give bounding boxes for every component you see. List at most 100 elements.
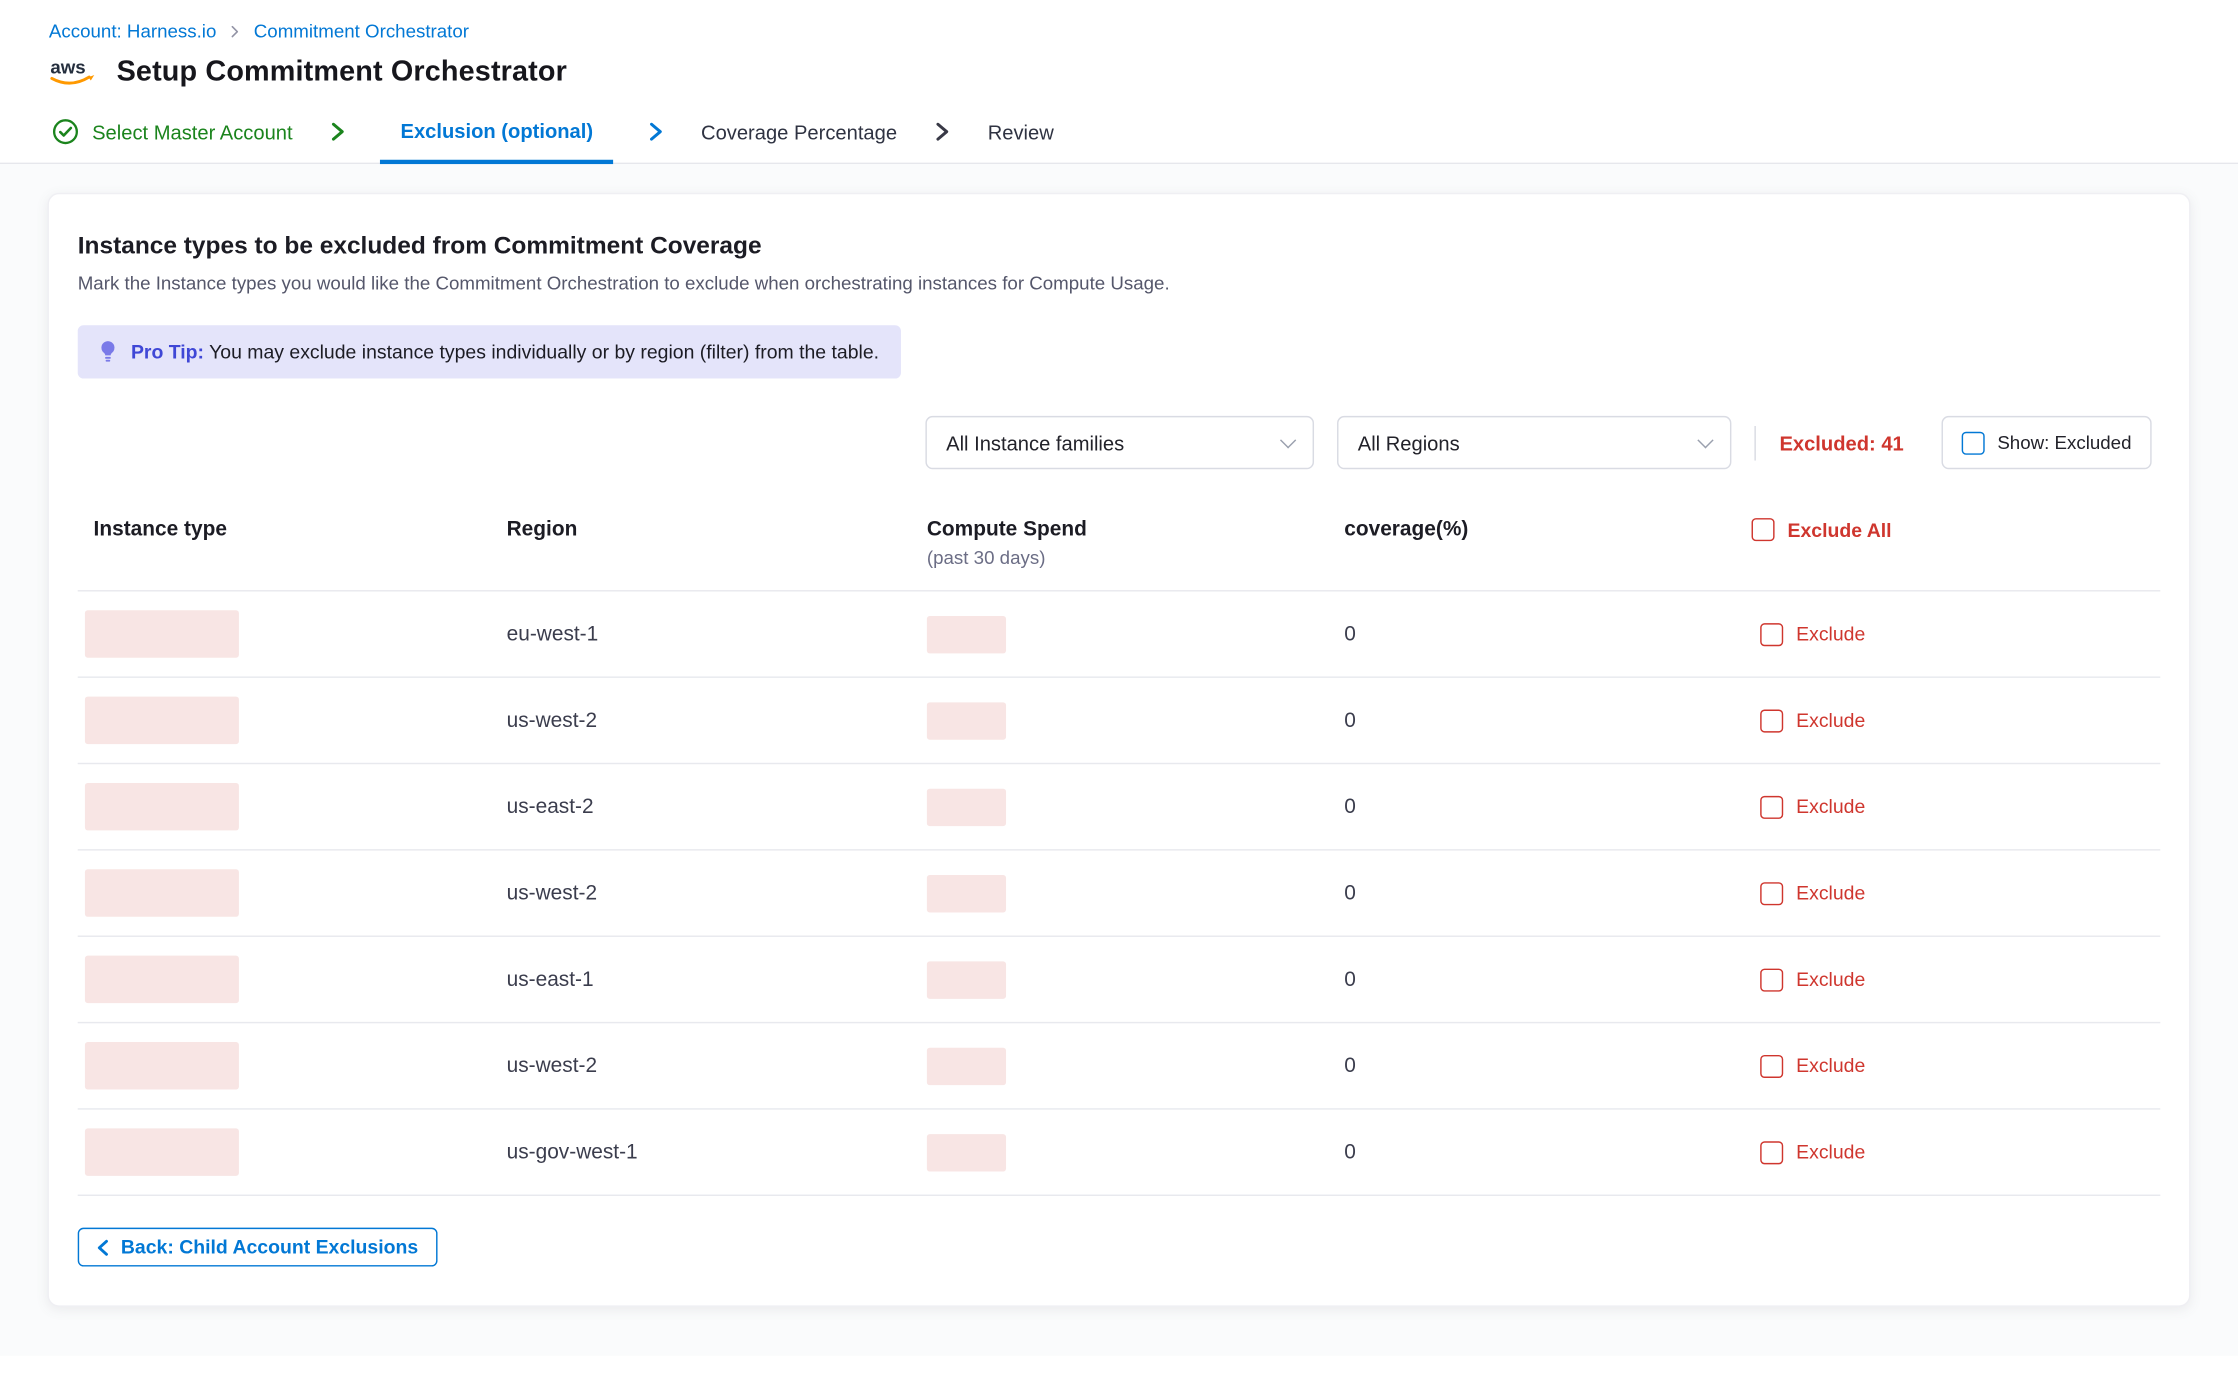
instance-type-cell xyxy=(78,869,507,916)
step-label: Select Master Account xyxy=(92,120,292,143)
page-title: Setup Commitment Orchestrator xyxy=(117,55,567,88)
exclude-label[interactable]: Exclude xyxy=(1796,1055,1865,1077)
back-button-label: Back: Child Account Exclusions xyxy=(121,1236,418,1258)
col-header-exclude-all-group: Exclude All xyxy=(1752,518,2161,541)
chevron-right-icon xyxy=(327,101,349,163)
table-row: us-east-2 0 Exclude xyxy=(78,764,2161,850)
show-excluded-toggle[interactable]: Show: Excluded xyxy=(1941,416,2151,469)
chevron-left-icon xyxy=(96,1238,109,1255)
redacted-compute-spend xyxy=(927,1047,1006,1084)
instance-type-cell xyxy=(78,956,507,1003)
excluded-count-badge: Excluded: 41 xyxy=(1779,431,1903,454)
topbar: Account: Harness.io Commitment Orchestra… xyxy=(0,0,2238,89)
breadcrumb: Account: Harness.io Commitment Orchestra… xyxy=(49,20,2189,42)
instance-type-cell xyxy=(78,783,507,830)
exclude-cell: Exclude xyxy=(1752,968,2161,991)
regions-select[interactable]: All Regions xyxy=(1338,416,1732,469)
exclusion-table: Instance type Region Compute Spend (past… xyxy=(78,518,2161,1196)
exclude-cell: Exclude xyxy=(1752,882,2161,905)
table-row: us-west-2 0 Exclude xyxy=(78,851,2161,937)
pro-tip-label: Pro Tip: xyxy=(131,341,204,363)
instance-families-value: All Instance families xyxy=(946,431,1124,454)
exclude-label[interactable]: Exclude xyxy=(1796,623,1865,645)
col-header-region: Region xyxy=(507,518,927,541)
breadcrumb-section-link[interactable]: Commitment Orchestrator xyxy=(254,20,469,42)
exclude-checkbox[interactable] xyxy=(1760,968,1783,991)
exclude-checkbox[interactable] xyxy=(1760,1054,1783,1077)
exclude-checkbox[interactable] xyxy=(1760,622,1783,645)
compute-spend-cell xyxy=(927,615,1337,652)
instance-type-cell xyxy=(78,610,507,657)
exclude-all-label[interactable]: Exclude All xyxy=(1788,519,1892,541)
exclude-label[interactable]: Exclude xyxy=(1796,1141,1865,1163)
coverage-cell: 0 xyxy=(1337,1141,1751,1164)
col-header-coverage: coverage(%) xyxy=(1337,518,1751,541)
redacted-compute-spend xyxy=(927,615,1006,652)
redacted-instance-type xyxy=(85,783,239,830)
redacted-instance-type xyxy=(85,1128,239,1175)
exclude-checkbox[interactable] xyxy=(1760,1141,1783,1164)
instance-families-select[interactable]: All Instance families xyxy=(926,416,1315,469)
exclude-label[interactable]: Exclude xyxy=(1796,710,1865,732)
exclude-label[interactable]: Exclude xyxy=(1796,969,1865,991)
col-header-compute-spend-sub: (past 30 days) xyxy=(927,547,1337,569)
redacted-compute-spend xyxy=(927,1133,1006,1170)
step-exclusion[interactable]: Exclusion (optional) xyxy=(380,101,613,164)
col-header-compute-spend: Compute Spend xyxy=(927,518,1337,541)
instance-type-cell xyxy=(78,697,507,744)
chevron-right-icon xyxy=(645,101,667,163)
aws-logo-icon: aws xyxy=(49,55,98,90)
redacted-compute-spend xyxy=(927,874,1006,911)
coverage-cell: 0 xyxy=(1337,622,1751,645)
instance-type-cell xyxy=(78,1042,507,1089)
show-excluded-label: Show: Excluded xyxy=(1997,432,2131,454)
chevron-down-icon xyxy=(1698,432,1714,448)
region-cell: us-west-2 xyxy=(507,1054,927,1077)
table-body: eu-west-1 0 Exclude us-west-2 0 Exclude … xyxy=(78,592,2161,1196)
compute-spend-cell xyxy=(927,1047,1337,1084)
redacted-instance-type xyxy=(85,869,239,916)
title-row: aws Setup Commitment Orchestrator xyxy=(49,55,2189,90)
table-row: us-west-2 0 Exclude xyxy=(78,678,2161,764)
compute-spend-cell xyxy=(927,961,1337,998)
exclude-cell: Exclude xyxy=(1752,709,2161,732)
exclude-label[interactable]: Exclude xyxy=(1796,796,1865,818)
exclude-cell: Exclude xyxy=(1752,1141,2161,1164)
check-circle-icon xyxy=(52,118,79,145)
pro-tip-content: Pro Tip: You may exclude instance types … xyxy=(131,341,879,363)
exclude-checkbox[interactable] xyxy=(1760,795,1783,818)
table-row: us-west-2 0 Exclude xyxy=(78,1023,2161,1109)
compute-spend-cell xyxy=(927,702,1337,739)
region-cell: us-west-2 xyxy=(507,882,927,905)
region-cell: eu-west-1 xyxy=(507,622,927,645)
breadcrumb-account-link[interactable]: Account: Harness.io xyxy=(49,20,216,42)
instance-type-cell xyxy=(78,1128,507,1175)
card-title: Instance types to be excluded from Commi… xyxy=(78,232,2161,261)
step-coverage-percentage[interactable]: Coverage Percentage xyxy=(698,101,900,163)
vertical-divider xyxy=(1755,425,1756,460)
table-row: us-gov-west-1 0 Exclude xyxy=(78,1110,2161,1196)
show-excluded-checkbox[interactable] xyxy=(1961,431,1984,454)
redacted-instance-type xyxy=(85,956,239,1003)
chevron-right-icon xyxy=(932,101,954,163)
card-subtitle: Mark the Instance types you would like t… xyxy=(78,272,2161,294)
exclude-cell: Exclude xyxy=(1752,795,2161,818)
wizard-stepper: Select Master Account Exclusion (optiona… xyxy=(0,101,2238,164)
pro-tip-text: You may exclude instance types individua… xyxy=(209,341,879,363)
step-select-master-account[interactable]: Select Master Account xyxy=(49,101,296,163)
step-review[interactable]: Review xyxy=(985,101,1057,163)
exclusion-card: Instance types to be excluded from Commi… xyxy=(47,193,2190,1307)
exclude-all-checkbox[interactable] xyxy=(1752,518,1775,541)
compute-spend-cell xyxy=(927,874,1337,911)
coverage-cell: 0 xyxy=(1337,882,1751,905)
exclude-checkbox[interactable] xyxy=(1760,709,1783,732)
svg-text:aws: aws xyxy=(50,56,85,77)
redacted-instance-type xyxy=(85,1042,239,1089)
col-header-instance-type: Instance type xyxy=(78,518,507,541)
back-button[interactable]: Back: Child Account Exclusions xyxy=(78,1228,437,1267)
app: Account: Harness.io Commitment Orchestra… xyxy=(0,0,2238,1374)
exclude-checkbox[interactable] xyxy=(1760,882,1783,905)
exclude-label[interactable]: Exclude xyxy=(1796,882,1865,904)
redacted-instance-type xyxy=(85,610,239,657)
coverage-cell: 0 xyxy=(1337,1054,1751,1077)
